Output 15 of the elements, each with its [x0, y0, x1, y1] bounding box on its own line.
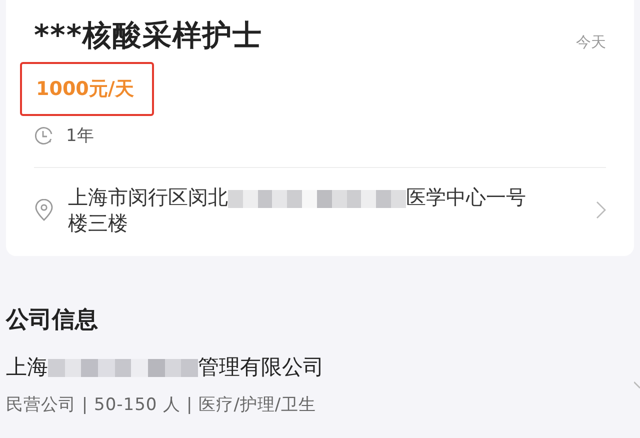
- salary: 1000元/天: [36, 78, 134, 100]
- duration: 1年: [66, 125, 94, 147]
- address-row[interactable]: 上海市闵行区闵北 医学中心一号 楼三楼: [34, 184, 606, 236]
- company-details: 民营公司 | 50-150 人 | 医疗/护理/卫生: [6, 394, 318, 416]
- address-text: 楼三楼: [68, 211, 128, 235]
- section-heading: 公司信息: [6, 306, 99, 335]
- address-text: 医学中心一号: [406, 185, 526, 209]
- job-title: ***核酸采样护士: [34, 17, 262, 54]
- address-text: 上海市闵行区闵北: [68, 185, 228, 209]
- company-name: 管理有限公司: [198, 355, 324, 379]
- clock-icon: [34, 126, 54, 146]
- posted-date: 今天: [576, 32, 606, 52]
- location-pin-icon: [34, 199, 54, 221]
- company-name: 上海: [6, 355, 48, 379]
- chevron-right-icon: [596, 201, 606, 219]
